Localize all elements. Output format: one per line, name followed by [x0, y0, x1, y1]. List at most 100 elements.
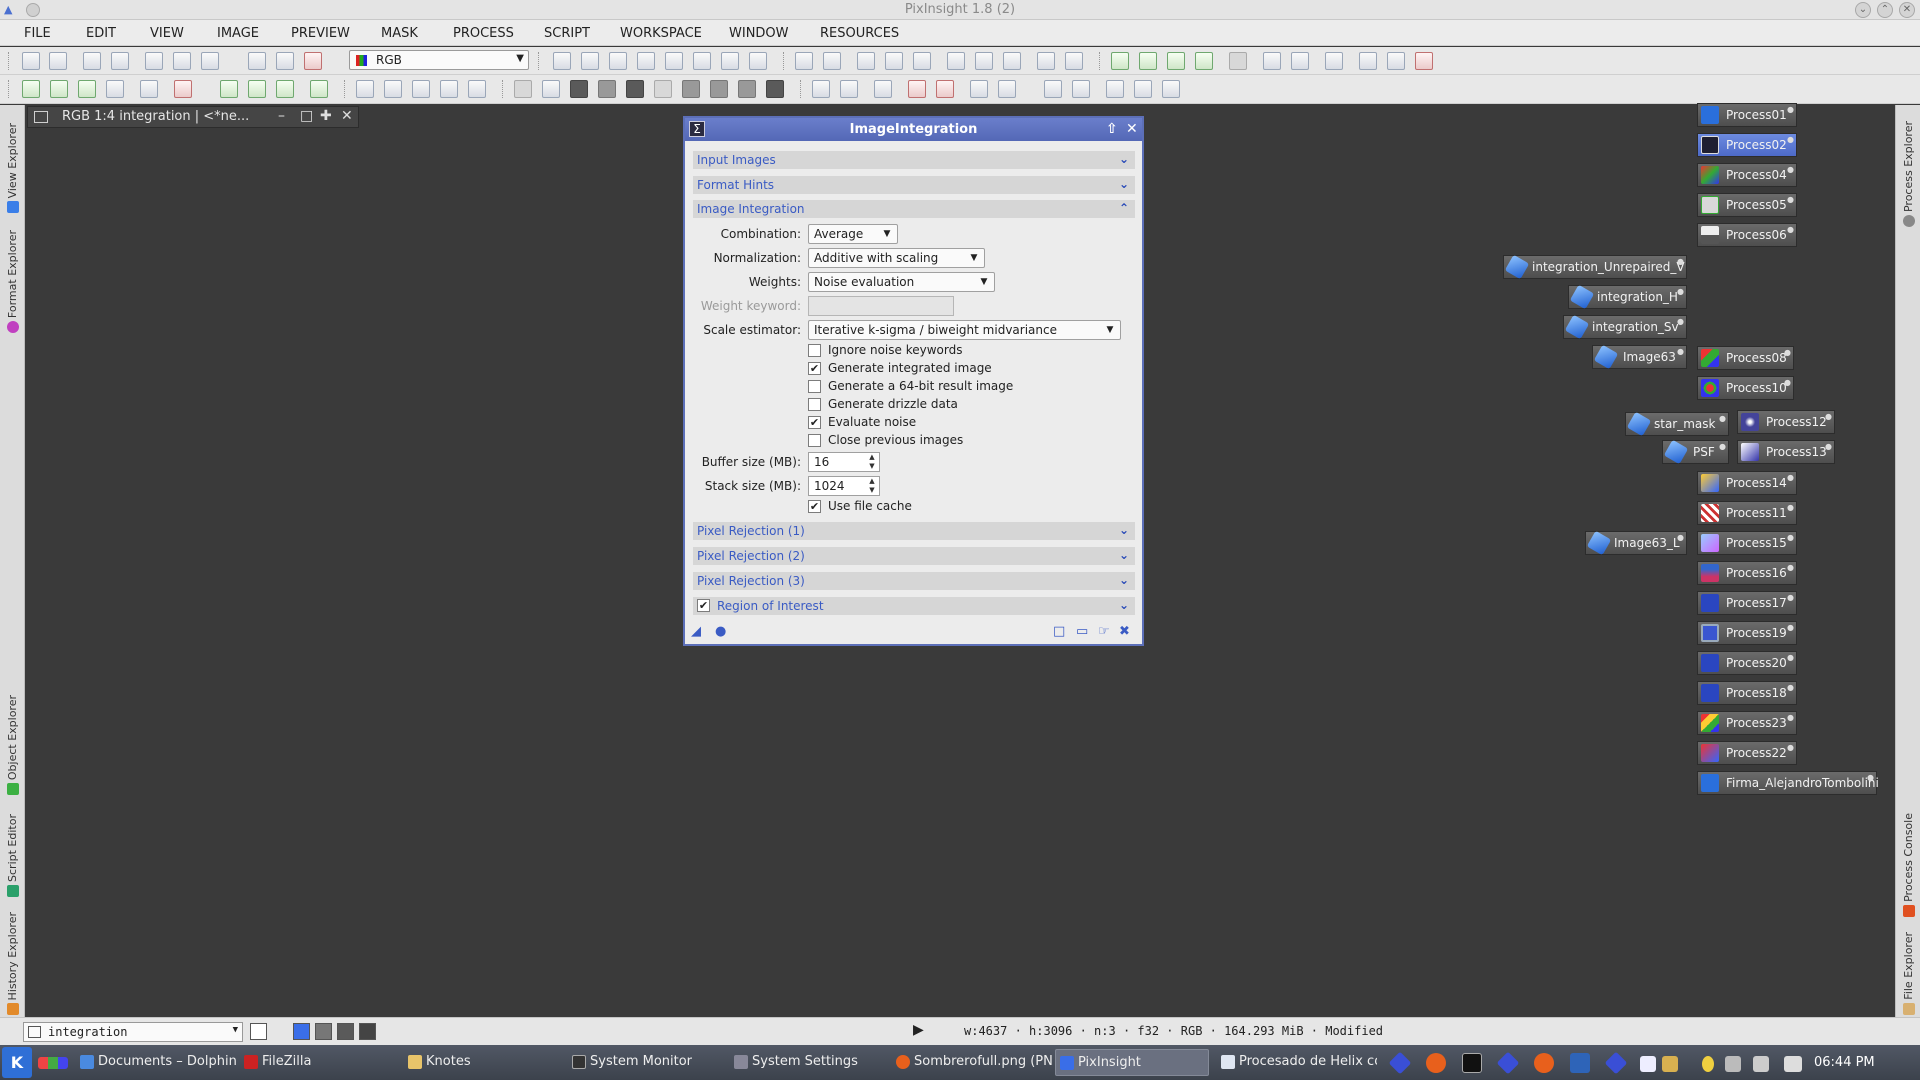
process-icon-process23[interactable]: Process23 ● — [1697, 711, 1797, 735]
process-container-icon[interactable] — [1195, 52, 1213, 70]
zoom-fit-width-icon[interactable] — [913, 52, 931, 70]
display-rgb-icon[interactable] — [514, 80, 532, 98]
process-icon-process11[interactable]: Process11 ● — [1697, 501, 1797, 525]
process-icon-process02[interactable]: Process02 ● — [1697, 133, 1797, 157]
stack-size-spinbox[interactable]: 1024 ▲ ▼ — [808, 476, 880, 496]
pixinsight-launcher-icon[interactable] — [1604, 1051, 1628, 1075]
start-menu-button[interactable]: K — [2, 1047, 32, 1078]
save-as-icon[interactable] — [201, 52, 219, 70]
image-icon-integration-h[interactable]: integration_H ● — [1568, 284, 1687, 310]
notes-tray-icon[interactable] — [1640, 1056, 1656, 1072]
overlay-clear-icon[interactable] — [1162, 80, 1180, 98]
zoom-1-1-icon[interactable] — [857, 52, 875, 70]
display-red-icon[interactable] — [570, 80, 588, 98]
checkbox-region-of-interest[interactable]: ✔ — [697, 599, 710, 612]
preview-store-icon[interactable] — [106, 80, 124, 98]
fit-window-icon[interactable] — [975, 52, 993, 70]
reset-stretch-icon[interactable] — [304, 52, 322, 70]
stf-reset-icon[interactable] — [908, 80, 926, 98]
zoom-mode-icon[interactable] — [581, 52, 599, 70]
mask-invert-icon[interactable] — [310, 80, 328, 98]
image-icon-psf[interactable]: PSF ● — [1662, 439, 1729, 465]
display-mask-icon[interactable] — [766, 80, 784, 98]
new-instance-icon[interactable] — [1111, 52, 1129, 70]
undo-icon[interactable] — [22, 52, 40, 70]
task-sombrerofull[interactable]: Sombrerofull.png (PN — [892, 1049, 1052, 1076]
preferences-icon[interactable]: ☞ — [1098, 624, 1110, 639]
icon-save-icon[interactable] — [1387, 52, 1405, 70]
buffer-size-spinbox[interactable]: 16 ▲ ▼ — [808, 452, 880, 472]
maximize-view-icon[interactable] — [1003, 52, 1021, 70]
menu-window[interactable]: WINDOW — [729, 26, 789, 41]
image-icon-integration-sv[interactable]: integration_Sv ● — [1563, 314, 1687, 340]
rotate-180-icon[interactable] — [412, 80, 430, 98]
play-icon[interactable]: ▶ — [913, 1022, 924, 1038]
save-image-icon[interactable] — [173, 52, 191, 70]
process-icon-process06[interactable]: Process06 ● — [1697, 223, 1797, 247]
screen-transfer-icon[interactable] — [248, 52, 266, 70]
icon-load-icon[interactable] — [1359, 52, 1377, 70]
preview-restore-icon[interactable] — [140, 80, 158, 98]
display-mode-blue-icon[interactable] — [359, 1023, 376, 1040]
section-region-of-interest[interactable]: ✔ Region of Interest ⌄ — [693, 597, 1135, 615]
display-close-icon[interactable] — [542, 80, 560, 98]
lightbulb-icon[interactable] — [1702, 1056, 1714, 1072]
zoom-out-icon[interactable] — [823, 52, 841, 70]
firefox-launcher-icon[interactable] — [1426, 1053, 1446, 1073]
pixinsight-launcher-icon[interactable] — [1496, 1051, 1520, 1075]
menu-mask[interactable]: MASK — [381, 26, 418, 41]
process-icon-process13[interactable]: Process13 ● — [1737, 440, 1835, 464]
fit-view-icon[interactable] — [947, 52, 965, 70]
center-mode-icon[interactable] — [637, 52, 655, 70]
image-icon-integration-unrepaired-v[interactable]: integration_Unrepaired_V ● — [1503, 254, 1687, 280]
mask-select-icon[interactable] — [248, 80, 266, 98]
color-manage-icon[interactable] — [812, 80, 830, 98]
display-mode-rgb-icon[interactable] — [293, 1023, 310, 1040]
task-filezilla[interactable]: FileZilla — [240, 1049, 400, 1076]
scale-estimator-select[interactable]: Iterative k-sigma / biweight midvariance… — [808, 320, 1121, 340]
minimize-icon[interactable]: – — [278, 108, 285, 124]
icon-delete-icon[interactable] — [1415, 52, 1433, 70]
auto-stretch-icon[interactable] — [276, 52, 294, 70]
section-format-hints[interactable]: Format Hints ⌄ — [693, 176, 1135, 194]
process-icon-process17[interactable]: Process17 ● — [1697, 591, 1797, 615]
zoom-fit-icon[interactable] — [885, 52, 903, 70]
window-maximize-icon[interactable]: ⌃ — [1877, 2, 1893, 18]
clock[interactable]: 06:44 PM — [1814, 1055, 1875, 1070]
display-cie-icon[interactable] — [682, 80, 700, 98]
select-arrow-icon[interactable] — [749, 52, 767, 70]
spin-down-icon[interactable]: ▼ — [866, 486, 878, 495]
terminal-icon[interactable] — [1462, 1053, 1482, 1073]
checkbox-use-file-cache[interactable]: ✔ — [808, 500, 821, 513]
process-icon-process15[interactable]: Process15 ● — [1697, 531, 1797, 555]
mask-enable-icon[interactable] — [276, 80, 294, 98]
view-explorer-tab[interactable]: View Explorer — [0, 111, 25, 213]
new-preview-icon[interactable] — [693, 52, 711, 70]
menu-script[interactable]: SCRIPT — [544, 26, 590, 41]
folder-tray-icon[interactable] — [1662, 1056, 1678, 1072]
spin-up-icon[interactable]: ▲ — [866, 453, 878, 462]
format-explorer-tab[interactable]: Format Explorer — [0, 223, 25, 333]
weights-select[interactable]: Noise evaluation ▼ — [808, 272, 995, 292]
pixinsight-launcher-icon[interactable] — [1388, 1051, 1412, 1075]
display-alpha-icon[interactable] — [710, 80, 728, 98]
process-icon-process04[interactable]: Process04 ● — [1697, 163, 1797, 187]
section-image-integration[interactable]: Image Integration ⌃ — [693, 200, 1135, 218]
preview-copy-icon[interactable] — [50, 80, 68, 98]
preview-delete-icon[interactable] — [174, 80, 192, 98]
gamut-check-icon[interactable] — [874, 80, 892, 98]
process-explorer-tab[interactable]: Process Explorer — [1896, 111, 1920, 227]
network-icon[interactable] — [1784, 1056, 1802, 1072]
script-editor-tab[interactable]: Script Editor — [0, 805, 25, 897]
edit-preview-icon[interactable] — [721, 52, 739, 70]
open-image-icon[interactable] — [145, 52, 163, 70]
apply-global-icon[interactable]: ● — [715, 624, 726, 639]
process-icon-process16[interactable]: Process16 ● — [1697, 561, 1797, 585]
process-icon-process05[interactable]: Process05 ● — [1697, 193, 1797, 217]
firefox-launcher-icon[interactable] — [1534, 1053, 1554, 1073]
file-explorer-tab[interactable]: File Explorer — [1896, 927, 1920, 1015]
menu-process[interactable]: PROCESS — [453, 26, 514, 41]
edit-instance-icon[interactable]: ▭ — [1076, 624, 1088, 639]
close-icon[interactable]: ✕ — [341, 108, 353, 124]
task-procesado-helix[interactable]: Procesado de Helix co — [1217, 1049, 1377, 1076]
